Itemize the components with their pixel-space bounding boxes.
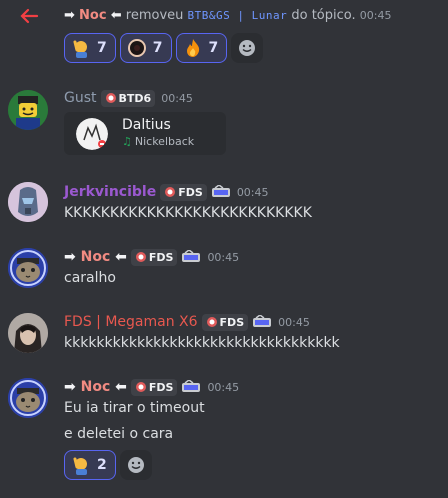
music-note-icon: ♫ [122,135,132,148]
tag-icon [165,187,176,197]
timestamp: 00:45 [236,185,269,199]
system-target-user[interactable]: BTB&GS | Lunar [188,9,288,22]
tag-icon [135,252,146,262]
timestamp: 00:45 [161,91,193,105]
reaction-count: 2 [97,457,107,473]
rank-badge-icon [211,185,230,197]
arrow-right-glyph: ➡ [64,249,76,265]
arrow-left-glyph: ⬅ [115,249,127,265]
timestamp: 00:45 [207,250,240,264]
author-name-text: Noc [80,249,111,265]
tag-text: FDS [219,315,245,329]
arrow-left-glyph: ⬅ [115,379,127,395]
tag-text: BTD6 [118,91,152,105]
server-tag[interactable]: FDS [130,248,178,266]
system-suffix: do tópico. [291,8,356,23]
system-reactions: 7 7 7 [64,33,264,63]
reaction-count: 7 [152,40,163,56]
smiley-add-icon [239,40,256,56]
timestamp: 00:45 [278,315,310,329]
avatar[interactable] [8,248,48,288]
person-raising-hand-icon [73,457,87,475]
message-text: kkkkkkkkkkkkkkkkkkkkkkkkkkkkkkkkkk [64,335,340,351]
system-message-text: ➡ Noc ⬅ removeu BTB&GS | Lunar do tópico… [64,8,391,23]
reaction-fire[interactable]: 7 [175,33,228,63]
add-reaction-button[interactable] [119,450,152,480]
embed-song: ♫ Nickelback [122,135,194,148]
add-reaction-button[interactable] [231,33,264,63]
reaction-count: 7 [208,40,219,56]
rank-badge-icon [182,380,201,392]
tag-text: FDS [178,185,203,199]
embed-song-text: Nickelback [134,135,195,148]
avatar[interactable] [8,90,48,130]
fire-icon [186,39,199,57]
system-message-row: ➡ Noc ⬅ removeu BTB&GS | Lunar do tópico… [0,4,448,28]
message-text: e deletei o cara [64,426,174,442]
author-name[interactable]: ➡ Noc ⬅ [64,249,127,265]
tag-icon [206,317,217,327]
cat-avatar-icon [8,378,48,418]
activity-embed[interactable]: Daltius ♫ Nickelback [64,112,226,155]
author-name[interactable]: Jerkvincible [64,184,156,200]
message-text: caralho [64,270,116,286]
arrow-right-glyph: ➡ [64,8,75,23]
robot-avatar-icon [8,182,48,222]
timestamp: 00:45 [207,380,240,394]
sketch-avatar-icon [76,118,108,150]
avatar[interactable] [8,313,48,353]
author-name[interactable]: ➡ Noc ⬅ [64,379,127,395]
avatar[interactable] [8,378,48,418]
reaction-dark-orb[interactable]: 7 [119,33,172,63]
rank-badge-icon [182,250,201,262]
tag-icon [135,382,146,392]
server-tag[interactable]: FDS [201,313,249,331]
avatar[interactable] [8,182,48,222]
server-tag[interactable]: FDS [130,378,178,396]
cat-avatar-icon [8,248,48,288]
system-timestamp: 00:45 [359,9,392,22]
rank-badge-icon [253,315,272,327]
system-user-name[interactable]: Noc [79,8,107,23]
server-tag[interactable]: FDS [160,183,207,201]
person-raising-hand-icon [73,40,87,58]
reaction-raising-hand[interactable]: 2 [64,450,116,480]
message-reactions: 2 [64,450,152,480]
lego-avatar-icon [8,90,48,130]
author-name-text: Noc [80,379,111,395]
tag-text: FDS [148,380,174,394]
tag-text: FDS [148,250,174,264]
system-action: removeu [125,8,184,23]
message-text: KKKKKKKKKKKKKKKKKKKKKKKKKKK [64,205,312,221]
author-name[interactable]: FDS | Megaman X6 [64,314,198,330]
reaction-raising-hand[interactable]: 7 [64,33,116,63]
message-text: Eu ia tirar o timeout [64,400,205,416]
tag-icon [105,93,116,103]
smiley-add-icon [127,457,144,473]
dark-orb-icon [127,39,146,57]
embed-name: Daltius [122,117,171,133]
reaction-count: 7 [97,40,107,56]
embed-avatar [76,118,108,150]
server-tag[interactable]: BTD6 [100,89,156,107]
portrait-avatar-icon [8,313,48,353]
author-name[interactable]: Gust [64,90,97,106]
arrow-right-glyph: ➡ [64,379,76,395]
arrow-left-glyph: ⬅ [110,8,122,23]
arrow-left-red-icon [20,8,39,24]
